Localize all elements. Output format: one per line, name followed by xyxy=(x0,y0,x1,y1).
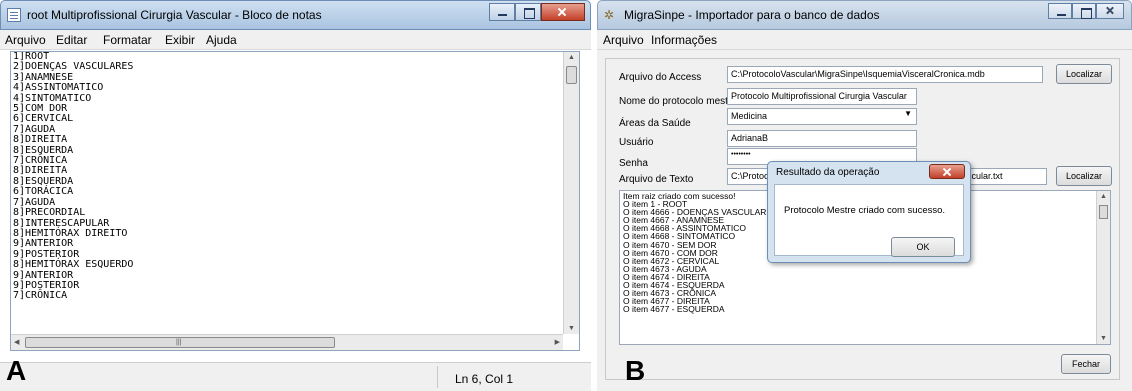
text-editor[interactable]: 1]ROOT 2]DOENÇAS VASCULARES 3]ANAMNESE 4]AS… xyxy=(10,51,580,351)
scroll-up-icon[interactable]: ▲ xyxy=(1100,193,1107,200)
migrasinpe-menubar: Arquivo Informações xyxy=(597,30,1132,50)
cursor-position: Ln 6, Col 1 xyxy=(455,372,514,386)
status-bar: Ln 6, Col 1 xyxy=(0,362,591,391)
text-line: 6]CERVICAL xyxy=(13,113,74,125)
panel-label-b: B xyxy=(625,355,646,386)
notepad-window: root Multiprofissional Cirurgia Vascular… xyxy=(0,0,591,391)
user-field[interactable]: AdrianaB xyxy=(727,130,917,147)
scroll-right-icon[interactable]: ▶ xyxy=(555,338,560,346)
dialog-ok-button[interactable]: OK xyxy=(891,237,955,257)
horizontal-scrollbar[interactable]: ◀ ||| ▶ xyxy=(11,334,563,350)
vertical-scroll-thumb[interactable] xyxy=(566,66,577,84)
access-file-field[interactable]: C:\ProtocoloVascular\MigraSinpe\Isquemia… xyxy=(727,66,1043,83)
log-lines: Item raiz criado com sucesso! O item 1 - … xyxy=(623,192,778,315)
access-file-label: Arquivo do Access xyxy=(619,72,702,83)
text-line: 8]HEMITÓRAX ESQUERDO xyxy=(13,259,134,271)
text-line: 7]CRÔNICA xyxy=(13,290,68,302)
maximize-button[interactable] xyxy=(515,3,541,21)
text-line: 7]AGUDA xyxy=(13,123,56,135)
health-area-value: Medicina xyxy=(731,111,768,121)
grip-icon: ||| xyxy=(176,339,182,346)
migrasinpe-window: ✲ MigraSinpe - Importador para o banco d… xyxy=(597,0,1132,391)
text-line: 8]PRECORDIAL xyxy=(13,207,86,219)
text-line: 4]ASSINTOMATICO xyxy=(13,82,104,94)
text-line: 8]DIREITA xyxy=(13,134,68,146)
maximize-button[interactable] xyxy=(1072,3,1096,19)
menu-arquivo[interactable]: Arquivo xyxy=(5,33,46,47)
chevron-down-icon[interactable]: ▼ xyxy=(904,109,912,118)
log-scrollbar[interactable]: ▲ ▼ xyxy=(1096,191,1110,344)
dialog-body: Protocolo Mestre criado com sucesso. OK xyxy=(774,184,964,257)
text-line: 2]DOENÇAS VASCULARES xyxy=(13,61,134,73)
scroll-up-icon[interactable]: ▲ xyxy=(568,54,575,61)
text-line: 8]ESQUERDA xyxy=(13,175,74,187)
locate-access-button[interactable]: Localizar xyxy=(1056,64,1112,84)
text-line: 7]AGUDA xyxy=(13,196,56,208)
text-line: 9]POSTERIOR xyxy=(13,279,80,291)
migrasinpe-titlebar[interactable]: ✲ MigraSinpe - Importador para o banco d… xyxy=(597,0,1132,30)
text-line: 7]CRÔNICA xyxy=(13,155,68,167)
result-dialog: Resultado da operação Protocolo Mestre c… xyxy=(767,161,971,263)
scroll-left-icon[interactable]: ◀ xyxy=(14,338,19,346)
text-content[interactable]: 1]ROOT 2]DOENÇAS VASCULARES 3]ANAMNESE 4]AS… xyxy=(11,52,563,302)
vertical-scrollbar[interactable]: ▲ ▼ xyxy=(563,52,579,334)
notepad-title: root Multiprofissional Cirurgia Vascular… xyxy=(27,8,322,22)
password-label: Senha xyxy=(619,158,648,169)
close-button[interactable] xyxy=(1096,3,1124,19)
text-line: 8]ESQUERDA xyxy=(13,144,74,156)
horizontal-scroll-thumb[interactable]: ||| xyxy=(25,337,335,348)
status-divider xyxy=(437,366,438,388)
notepad-icon xyxy=(7,8,21,22)
menu-exibir[interactable]: Exibir xyxy=(165,33,195,47)
menu-informacoes[interactable]: Informações xyxy=(651,33,717,47)
health-area-label: Áreas da Saúde xyxy=(619,118,691,129)
user-label: Usuário xyxy=(619,137,654,148)
health-area-select[interactable]: Medicina ▼ xyxy=(727,108,917,125)
menu-formatar[interactable]: Formatar xyxy=(103,33,152,47)
scroll-down-icon[interactable]: ▼ xyxy=(1100,335,1107,342)
close-app-button[interactable]: Fechar xyxy=(1061,354,1111,374)
minimize-button[interactable] xyxy=(489,3,515,21)
protocol-name-field[interactable]: Protocolo Multiprofissional Cirurgia Vas… xyxy=(727,88,917,105)
minimize-button[interactable] xyxy=(1048,3,1072,19)
text-line: 8]DIREITA xyxy=(13,165,68,177)
text-line: 6]TORÁCICA xyxy=(13,186,74,198)
notepad-menubar: Arquivo Editar Formatar Exibir Ajuda xyxy=(0,30,591,50)
text-line: 9]ANTERIOR xyxy=(13,269,74,281)
notepad-titlebar[interactable]: root Multiprofissional Cirurgia Vascular… xyxy=(0,0,591,30)
locate-text-button[interactable]: Localizar xyxy=(1056,166,1112,186)
text-line: 9]ANTERIOR xyxy=(13,238,74,250)
panel-label-a: A xyxy=(6,355,27,386)
text-file-value-left: C:\Protoc xyxy=(731,171,769,181)
dialog-close-button[interactable] xyxy=(929,164,965,179)
text-line: 8]HEMITÓRAX DIREITO xyxy=(13,227,128,239)
migrasinpe-app-icon: ✲ xyxy=(604,8,615,22)
log-scroll-thumb[interactable] xyxy=(1099,205,1108,219)
menu-arquivo[interactable]: Arquivo xyxy=(603,33,644,47)
menu-ajuda[interactable]: Ajuda xyxy=(206,33,237,47)
log-line: O item 4677 - ESQUERDA xyxy=(623,304,725,315)
text-file-label: Arquivo de Texto xyxy=(619,174,694,185)
menu-editar[interactable]: Editar xyxy=(56,33,87,47)
scroll-down-icon[interactable]: ▼ xyxy=(568,325,575,332)
dialog-title: Resultado da operação xyxy=(776,167,880,178)
close-button[interactable] xyxy=(541,3,585,21)
dialog-message: Protocolo Mestre criado com sucesso. xyxy=(784,205,946,216)
text-line: 4]SINTOMATICO xyxy=(13,92,92,104)
migrasinpe-title: MigraSinpe - Importador para o banco de … xyxy=(624,8,880,22)
protocol-name-label: Nome do protocolo mestre xyxy=(619,96,737,107)
text-line: 5]COM DOR xyxy=(13,103,68,115)
